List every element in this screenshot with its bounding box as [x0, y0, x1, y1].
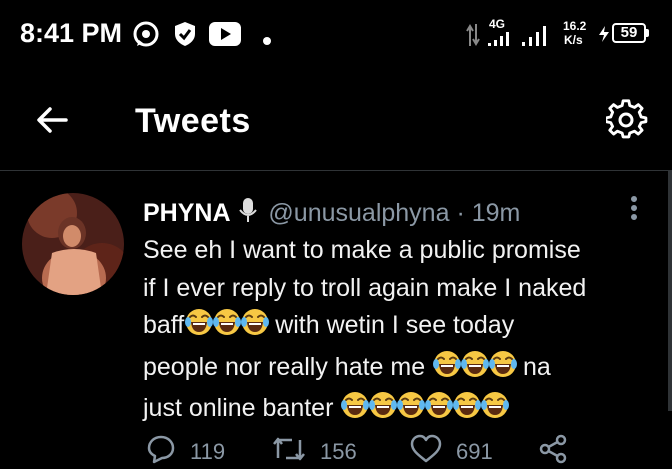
- laughing-emoji-group: [432, 350, 518, 381]
- reply-button[interactable]: 119: [146, 434, 225, 469]
- tweet-header: PHYNA @unusualphyna · 19m: [143, 198, 520, 231]
- author-handle[interactable]: @unusualphyna: [268, 199, 449, 227]
- youtube-icon: [209, 22, 241, 51]
- laughing-emoji-icon: [488, 349, 518, 391]
- header-divider: [0, 170, 672, 171]
- tweet-segment: people nor really hate me: [143, 352, 433, 381]
- laughing-emoji-icon: [480, 390, 510, 432]
- battery-icon: 59: [612, 23, 646, 43]
- laughing-emoji-icon: [452, 390, 482, 432]
- data-arrows-icon: [466, 24, 480, 51]
- microphone-icon: [239, 198, 258, 231]
- reply-icon: [146, 434, 176, 469]
- tweet-segment: baff: [143, 311, 185, 339]
- top-app-bar: [0, 66, 672, 170]
- like-button[interactable]: 691: [410, 434, 493, 469]
- avatar[interactable]: [22, 193, 124, 295]
- status-time: 8:41 PM: [20, 18, 123, 48]
- laughing-emoji-group: [340, 392, 510, 422]
- laughing-emoji-icon: [396, 390, 426, 432]
- tweet-line: just online banter: [143, 390, 663, 432]
- like-count: 691: [456, 438, 493, 464]
- tweet-time: · 19m: [456, 199, 521, 227]
- laughing-emoji-icon: [460, 349, 490, 391]
- share-icon: [538, 434, 568, 469]
- reply-count: 119: [190, 438, 226, 464]
- dot-icon: [263, 32, 271, 50]
- status-bar: 8:41 PM 4G 16.2 K/s 59: [0, 0, 672, 66]
- author-name[interactable]: PHYNA: [143, 199, 231, 227]
- charging-icon: [598, 26, 610, 47]
- laughing-emoji-icon: [340, 390, 370, 432]
- more-options-icon[interactable]: [628, 194, 640, 229]
- shield-check-icon: [173, 20, 197, 53]
- signal-icon: [522, 26, 550, 51]
- share-button[interactable]: [538, 434, 568, 469]
- laughing-emoji-icon: [240, 307, 270, 349]
- laughing-emoji-icon: [424, 390, 454, 432]
- retweet-count: 156: [320, 438, 357, 464]
- heart-icon: [410, 434, 442, 469]
- retweet-button[interactable]: 156: [272, 434, 357, 469]
- laughing-emoji-icon: [368, 390, 398, 432]
- laughing-emoji-icon: [212, 307, 242, 349]
- network-type: 4G: [489, 17, 506, 31]
- tweet-segment: just online banter: [143, 394, 341, 422]
- laughing-emoji-group: [184, 309, 270, 339]
- tweet-line: if I ever reply to troll again make I na…: [143, 273, 587, 302]
- retweet-icon: [272, 434, 306, 469]
- whatsapp-icon: [132, 20, 160, 53]
- network-speed-value: 16.2: [563, 19, 587, 33]
- tweet-line: people nor really hate me na: [143, 349, 663, 391]
- scrollbar-track: [668, 171, 672, 411]
- back-arrow-icon[interactable]: [36, 104, 68, 141]
- tweet-text: See eh I want to make a public promise i…: [143, 232, 663, 432]
- settings-gear-icon[interactable]: [604, 99, 648, 146]
- tweet-segment: with wetin I see today: [268, 311, 515, 339]
- tweet-line: See eh I want to make a public promise: [143, 236, 581, 264]
- signal-icon: [488, 32, 516, 51]
- tweet-segment: na: [516, 352, 551, 381]
- page-title: Tweets: [135, 102, 251, 140]
- network-speed-unit: K/s: [564, 33, 583, 47]
- battery-tip: [646, 29, 649, 37]
- tweet-line: baff with wetin I see today: [143, 307, 663, 349]
- laughing-emoji-icon: [432, 349, 462, 391]
- laughing-emoji-icon: [184, 307, 214, 349]
